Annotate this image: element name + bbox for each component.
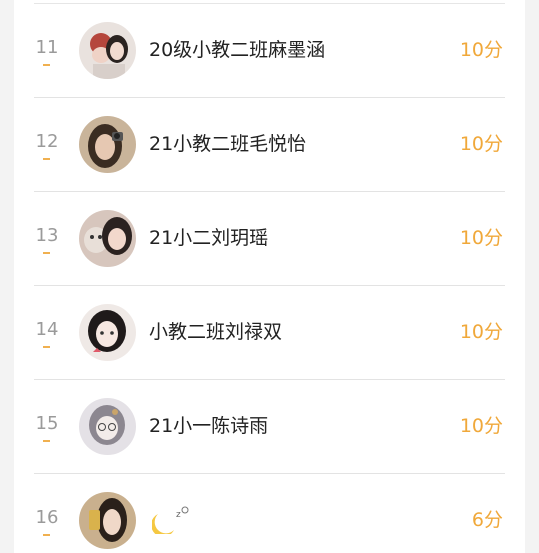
leaderboard-row[interactable]: 16 z 6分 [34, 474, 505, 553]
rank-number: 13 [35, 225, 59, 246]
avatar[interactable] [79, 22, 136, 79]
rank-number: 12 [35, 131, 59, 152]
score: 10分 [459, 321, 503, 343]
avatar[interactable] [79, 210, 136, 267]
leaderboard-row[interactable]: 13 21小二刘玥瑶 10分 [34, 192, 505, 286]
rank-number: 15 [35, 413, 59, 434]
score: 10分 [459, 415, 503, 437]
player-name: 20级小教二班麻墨涵 [149, 39, 326, 61]
rank-marker [43, 534, 50, 536]
rank-marker [43, 64, 50, 66]
rank-marker [43, 346, 50, 348]
score: 10分 [459, 39, 503, 61]
player-name: 21小二刘玥瑶 [149, 227, 269, 249]
rank-number: 11 [35, 37, 59, 58]
leaderboard-row[interactable]: 12 21小教二班毛悦怡 10分 [34, 98, 505, 192]
player-name: 小教二班刘禄双 [149, 321, 283, 343]
rank-number: 14 [35, 319, 59, 340]
score: 6分 [471, 509, 503, 531]
rank-marker [43, 252, 50, 254]
avatar[interactable] [79, 116, 136, 173]
leaderboard-row[interactable]: 14 小教二班刘禄双 10分 [34, 286, 505, 380]
leaderboard-list: 11 20级小教二班麻墨涵 10分 12 21小教二班毛悦怡 10分 13 21… [14, 4, 525, 553]
leaderboard-row[interactable]: 15 21小一陈诗雨 10分 [34, 380, 505, 474]
rank-marker [43, 440, 50, 442]
avatar[interactable] [79, 304, 136, 361]
rank-marker [43, 158, 50, 160]
rank-number: 16 [35, 507, 59, 528]
leaderboard-panel: 11 20级小教二班麻墨涵 10分 12 21小教二班毛悦怡 10分 13 21… [14, 0, 525, 553]
avatar[interactable] [79, 398, 136, 455]
player-name: 21小一陈诗雨 [149, 415, 269, 437]
avatar[interactable] [79, 492, 136, 549]
moon-icon: z [151, 504, 192, 537]
svg-text:z: z [176, 510, 181, 520]
score: 10分 [459, 227, 503, 249]
leaderboard-row[interactable]: 11 20级小教二班麻墨涵 10分 [34, 4, 505, 98]
player-name: 21小教二班毛悦怡 [149, 133, 307, 155]
score: 10分 [459, 133, 503, 155]
